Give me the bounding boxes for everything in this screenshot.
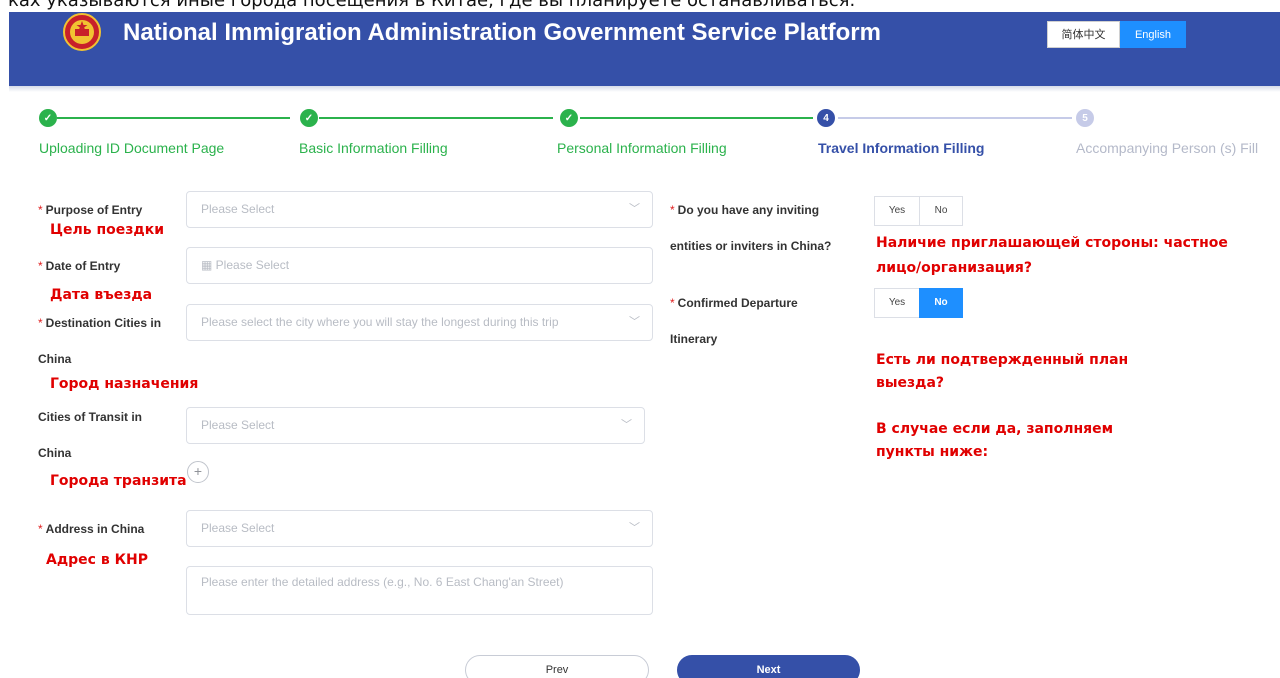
address-label: * Address in China [38, 522, 145, 536]
step-number-5: 5 [1076, 109, 1094, 127]
annotation-destination: Город назначения [50, 376, 199, 392]
transit-label-line2: China [38, 446, 72, 460]
departure-label: * Confirmed Departure [670, 296, 798, 310]
address-detail-textarea[interactable]: Please enter the detailed address (e.g.,… [186, 566, 653, 615]
page-root: ках указываются иные города посещения в … [0, 0, 1280, 678]
next-button[interactable]: Next [677, 655, 860, 678]
inviting-no-button[interactable]: No [919, 196, 963, 226]
plus-circle-icon[interactable]: + [187, 461, 209, 483]
chevron-down-icon: ﹀ [629, 203, 640, 215]
annotation-inviting: Наличие приглашающей стороны: частное [876, 235, 1228, 251]
date-label: * Date of Entry [38, 259, 121, 273]
destination-label-line2: China [38, 352, 72, 366]
step-connector-1 [57, 117, 290, 119]
platform-title: National Immigration Administration Gove… [123, 19, 881, 46]
annotation-purpose: Цель поездки [50, 222, 165, 238]
step-check-icon: ✓ [39, 109, 57, 127]
step-connector-3 [580, 117, 813, 119]
step-connector-2 [319, 117, 553, 119]
purpose-label: * Purpose of Entry [38, 203, 143, 217]
step-label-upload: Uploading ID Document Page [39, 140, 225, 156]
annotation-date: Дата въезда [50, 287, 153, 303]
step-connector-4 [838, 117, 1072, 119]
national-emblem-icon [63, 13, 101, 51]
step-check-icon: ✓ [300, 109, 318, 127]
departure-label-line2: Itinerary [670, 332, 718, 346]
step-label-basic: Basic Information Filling [299, 140, 448, 156]
transit-label: Cities of Transit in [38, 410, 143, 424]
departure-no-button[interactable]: No [919, 288, 963, 318]
inviting-label-line2: entities or inviters in China? [670, 239, 832, 253]
step-label-travel: Travel Information Filling [818, 140, 985, 156]
lang-english-button[interactable]: English [1120, 21, 1186, 48]
lang-chinese-button[interactable]: 简体中文 [1047, 21, 1120, 48]
annotation-departure-line2: выезда? [876, 375, 945, 391]
chevron-down-icon: ﹀ [629, 316, 640, 328]
annotation-departure-line3: В случае если да, заполняем [876, 421, 1114, 437]
calendar-icon: ▦ [201, 258, 216, 272]
header-shadow [9, 86, 1280, 92]
step-check-icon: ✓ [560, 109, 578, 127]
annotation-inviting-line2: лицо/организация? [876, 260, 1032, 276]
date-picker[interactable]: ▦ Please Select [186, 247, 653, 284]
top-caption: ках указываются иные города посещения в … [0, 0, 1280, 12]
step-label-personal: Personal Information Filling [557, 140, 727, 156]
destination-label: * Destination Cities in [38, 316, 162, 330]
annotation-departure-line4: пункты ниже: [876, 444, 989, 460]
chevron-down-icon: ﹀ [629, 522, 640, 534]
destination-select[interactable]: Please select the city where you will st… [186, 304, 653, 341]
annotation-transit: Города транзита [50, 473, 187, 489]
address-select[interactable]: Please Select ﹀ [186, 510, 653, 547]
chevron-down-icon: ﹀ [621, 419, 632, 431]
annotation-address: Адрес в КНР [46, 552, 148, 568]
departure-yes-button[interactable]: Yes [874, 288, 920, 318]
step-label-accompanying: Accompanying Person (s) Fill [1076, 140, 1259, 156]
step-number-4: 4 [817, 109, 835, 127]
prev-button[interactable]: Prev [465, 655, 649, 678]
annotation-departure: Есть ли подтвержденный план [876, 352, 1129, 368]
inviting-yes-button[interactable]: Yes [874, 196, 920, 226]
inviting-label: * Do you have any inviting [670, 203, 820, 217]
purpose-select[interactable]: Please Select ﹀ [186, 191, 653, 228]
transit-select[interactable]: Please Select ﹀ [186, 407, 645, 444]
